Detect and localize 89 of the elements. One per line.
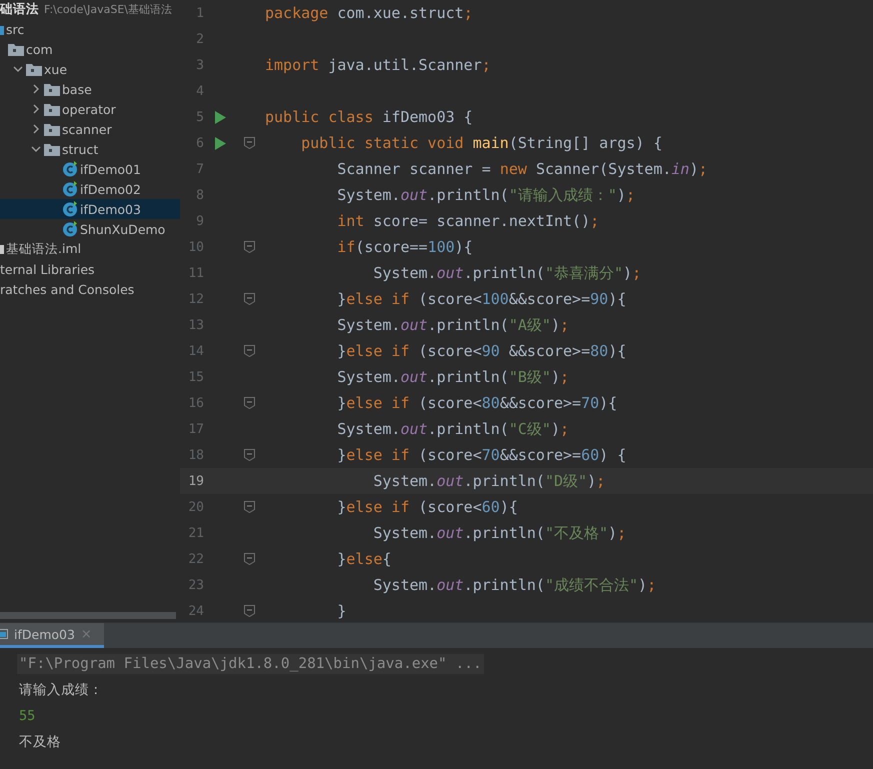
fold-marker-icon[interactable] <box>244 345 254 357</box>
code-line: public class ifDemo03 { <box>264 108 473 126</box>
tree-item[interactable]: 基础语法.iml <box>0 239 180 259</box>
tree-item[interactable]: ShunXuDemo <box>0 219 180 239</box>
class-icon <box>62 201 78 217</box>
tree-item[interactable]: scanner <box>0 119 180 139</box>
line-number: 7 <box>195 162 205 176</box>
code-line: System.out.println("C级"); <box>336 420 569 438</box>
line-number: 5 <box>195 110 205 124</box>
code-line: System.out.println("B级"); <box>336 368 569 386</box>
tree-item[interactable]: ifDemo02 <box>0 179 180 199</box>
fold-marker-icon[interactable] <box>244 397 254 409</box>
run-icon[interactable] <box>215 136 226 150</box>
code-line: if(score==100){ <box>336 238 473 256</box>
folder-icon <box>44 102 60 116</box>
file-icon <box>0 243 4 255</box>
folder-icon <box>44 122 60 136</box>
class-icon <box>62 161 78 177</box>
line-number: 8 <box>195 188 205 202</box>
line-number: 18 <box>187 448 205 462</box>
line-number: 13 <box>187 318 205 332</box>
tree-item[interactable]: ternal Libraries <box>0 259 180 279</box>
fold-marker-icon[interactable] <box>244 137 254 149</box>
line-number: 21 <box>187 526 205 540</box>
code-line: System.out.println("不及格"); <box>372 524 626 542</box>
line-number: 15 <box>187 370 205 384</box>
line-number: 23 <box>187 578 205 592</box>
fold-marker-icon[interactable] <box>244 553 254 565</box>
fold-marker-icon[interactable] <box>244 449 254 461</box>
line-number: 14 <box>187 344 205 358</box>
code-line: System.out.println("成绩不合法"); <box>372 576 656 594</box>
line-number: 3 <box>195 58 205 72</box>
line-number: 4 <box>195 84 205 98</box>
tree-item[interactable]: src <box>0 19 180 39</box>
tree-item[interactable]: ifDemo01 <box>0 159 180 179</box>
fold-marker-icon[interactable] <box>244 501 254 513</box>
code-line: import java.util.Scanner; <box>264 56 491 74</box>
line-number: 2 <box>195 32 205 46</box>
folder-icon <box>44 142 60 156</box>
folder-icon <box>8 42 24 56</box>
run-tab[interactable]: ifDemo03 × <box>0 623 104 648</box>
project-name: 础语法 <box>0 1 39 18</box>
line-number: 16 <box>187 396 205 410</box>
run-icon[interactable] <box>215 110 226 124</box>
code-line: public static void main(String[] args) { <box>300 134 662 152</box>
code-line: }else if (score<60){ <box>336 498 518 516</box>
line-number: 24 <box>187 604 205 618</box>
fold-marker-icon[interactable] <box>244 605 254 617</box>
code-line: Scanner scanner = new Scanner(System.in); <box>336 160 708 178</box>
code-line: System.out.println("请输入成绩："); <box>336 186 635 204</box>
tree-item[interactable]: com <box>0 39 180 59</box>
code-line: }else if (score<90 &&score>=80){ <box>336 342 626 360</box>
code-line: package com.xue.struct; <box>264 4 473 22</box>
scrollbar[interactable] <box>0 612 176 619</box>
code-line: } <box>336 602 346 620</box>
class-icon <box>62 181 78 197</box>
line-number: 9 <box>195 214 205 228</box>
code-line: System.out.println("D级"); <box>372 472 606 490</box>
tree-item[interactable]: ifDemo03 <box>0 199 180 219</box>
class-icon <box>62 221 78 237</box>
code-line: System.out.println("恭喜满分"); <box>372 264 642 282</box>
tree-item[interactable]: operator <box>0 99 180 119</box>
code-line: }else if (score<100&&score>=90){ <box>336 290 626 308</box>
line-number: 20 <box>187 500 205 514</box>
console-output: 不及格 <box>18 733 62 752</box>
line-number: 12 <box>187 292 205 306</box>
folder-icon <box>26 62 42 76</box>
project-path: F:\code\JavaSE\基础语法 <box>44 2 172 17</box>
code-line: }else{ <box>336 550 392 568</box>
code-line: }else if (score<80&&score>=70){ <box>336 394 618 412</box>
code-line: System.out.println("A级"); <box>336 316 569 334</box>
code-line: }else if (score<70&&score>=60) { <box>336 446 626 464</box>
fold-marker-icon[interactable] <box>244 241 254 253</box>
line-number: 11 <box>187 266 205 280</box>
line-number: 19 <box>187 474 205 488</box>
console-output: 请输入成绩： <box>18 681 104 700</box>
line-number: 1 <box>195 6 205 20</box>
tree-item[interactable]: ratches and Consoles <box>0 279 180 299</box>
tree-item[interactable]: base <box>0 79 180 99</box>
line-number: 17 <box>187 422 205 436</box>
tree-item[interactable]: struct <box>0 139 180 159</box>
typed-input-text: 55 <box>18 707 36 726</box>
line-number: 10 <box>187 240 205 254</box>
line-number: 6 <box>195 136 205 150</box>
code-line: int score= scanner.nextInt(); <box>336 212 600 230</box>
tree-item[interactable]: xue <box>0 59 180 79</box>
fold-marker-icon[interactable] <box>244 293 254 305</box>
line-number: 22 <box>187 552 205 566</box>
folder-icon <box>44 82 60 96</box>
